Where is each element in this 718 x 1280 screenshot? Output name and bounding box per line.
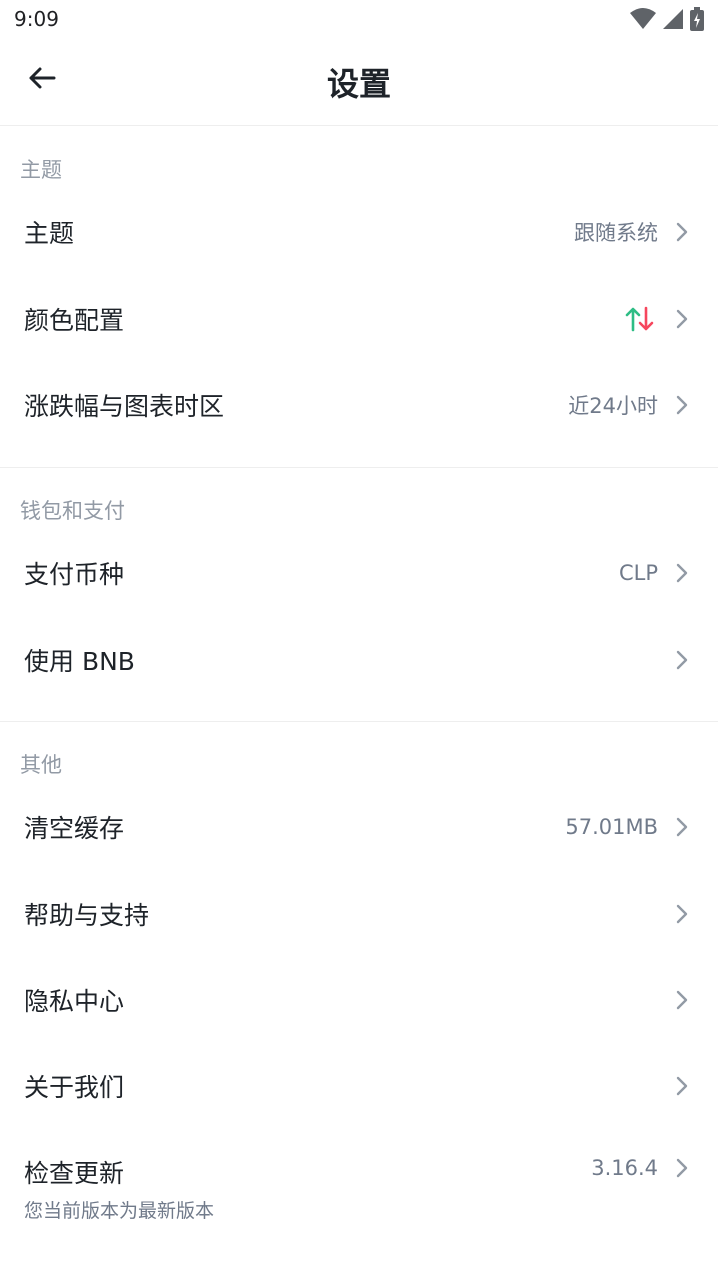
setting-row-about-us[interactable]: 关于我们 [0, 1043, 718, 1129]
section-title-other: 其他 [20, 753, 62, 777]
setting-label-pay-currency: 支付币种 [24, 560, 125, 589]
chevron-right-icon [670, 220, 694, 244]
setting-label-theme: 主题 [24, 219, 75, 248]
setting-label-clear-cache: 清空缓存 [24, 814, 125, 843]
setting-label-privacy-center: 隐私中心 [24, 987, 125, 1016]
status-icons [630, 7, 704, 31]
status-time: 9:09 [14, 7, 59, 31]
setting-row-clear-cache[interactable]: 清空缓存 57.01MB [0, 784, 718, 870]
page-title: 设置 [326, 64, 391, 103]
section-title-theme: 主题 [20, 158, 62, 182]
chevron-right-icon [670, 902, 694, 926]
chevron-right-icon [670, 307, 694, 331]
setting-row-pay-currency[interactable]: 支付币种 CLP [0, 530, 718, 616]
setting-label-about-us: 关于我们 [24, 1073, 125, 1102]
section-divider [0, 721, 718, 722]
setting-label-color-config: 颜色配置 [24, 306, 125, 335]
signal-icon [663, 9, 683, 29]
setting-sublabel-update-status: 您当前版本为最新版本 [24, 1200, 215, 1222]
chevron-right-icon [670, 1074, 694, 1098]
chevron-right-icon [670, 1156, 694, 1180]
setting-label-help-support: 帮助与支持 [24, 901, 150, 930]
setting-value-pay-currency: CLP [618, 561, 658, 585]
setting-label-use-bnb: 使用 BNB [24, 647, 135, 676]
back-button[interactable] [22, 58, 62, 98]
chevron-right-icon [670, 815, 694, 839]
chevron-right-icon [670, 988, 694, 1012]
chevron-right-icon [670, 561, 694, 585]
status-bar: 9:09 [0, 0, 718, 38]
setting-value-theme: 跟随系统 [574, 221, 658, 245]
setting-value-cache-size: 57.01MB [565, 815, 658, 839]
wifi-icon [630, 8, 656, 29]
setting-value-app-version: 3.16.4 [591, 1156, 658, 1180]
setting-row-help-support[interactable]: 帮助与支持 [0, 871, 718, 957]
setting-row-check-update[interactable]: 检查更新 您当前版本为最新版本 3.16.4 [0, 1128, 718, 1238]
back-arrow-icon [29, 67, 56, 89]
section-divider [0, 467, 718, 468]
chevron-right-icon [670, 648, 694, 672]
setting-value-timezone: 近24小时 [568, 394, 658, 418]
battery-icon [690, 7, 704, 31]
up-down-arrows-icon [624, 306, 656, 332]
section-title-wallet: 钱包和支付 [20, 499, 125, 523]
setting-row-color-config[interactable]: 颜色配置 [0, 276, 718, 362]
setting-label-timezone: 涨跌幅与图表时区 [24, 392, 225, 421]
top-app-bar: 设置 [0, 38, 718, 126]
chevron-right-icon [670, 393, 694, 417]
setting-row-privacy-center[interactable]: 隐私中心 [0, 957, 718, 1043]
setting-row-theme[interactable]: 主题 跟随系统 [0, 189, 718, 275]
setting-row-use-bnb[interactable]: 使用 BNB [0, 617, 718, 703]
setting-label-check-update: 检查更新 [24, 1159, 125, 1188]
setting-row-timezone[interactable]: 涨跌幅与图表时区 近24小时 [0, 362, 718, 448]
